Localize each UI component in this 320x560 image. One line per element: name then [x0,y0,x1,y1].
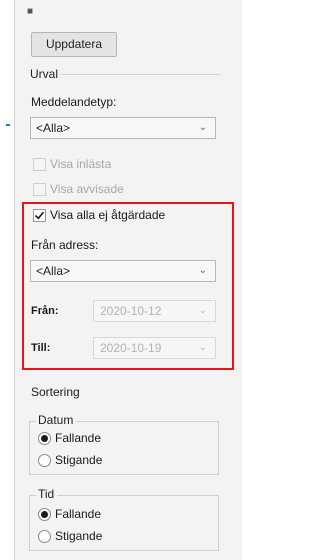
show-read-checkbox[interactable] [33,158,46,171]
from-date-value: 2020-10-12 [100,304,162,318]
show-unhandled-label: Visa alla ej åtgärdade [50,208,166,222]
time-desc-label: Fallande [55,507,102,521]
urval-title: Urval [30,67,62,81]
update-button[interactable]: Uppdatera [31,32,117,57]
message-type-value: <Alla> [36,121,71,135]
to-date-value: 2020-10-19 [100,341,162,355]
from-date-picker[interactable]: 2020-10-12 ⌄ [93,300,216,322]
sort-title: Sortering [31,385,80,399]
chevron-down-icon: ⌄ [198,342,207,353]
chevron-down-icon: ⌄ [198,265,207,276]
show-unhandled-checkbox[interactable] [33,209,46,222]
show-read-label: Visa inlästa [50,157,112,171]
from-address-value: <Alla> [36,264,71,278]
time-sort-title: Tid [36,487,58,501]
checkmark-icon [34,211,45,220]
chevron-down-icon: ⌄ [198,305,207,316]
date-asc-radio[interactable] [38,454,51,467]
show-rejected-label: Visa avvisade [50,182,124,196]
message-type-select[interactable]: <Alla> ⌄ [30,117,216,139]
from-date-label: Från: [31,305,59,317]
date-desc-radio[interactable] [38,432,51,445]
date-sort-title: Datum [36,413,77,427]
message-type-label: Meddelandetyp: [31,95,117,109]
splitter-marker [6,124,10,126]
time-asc-label: Stigande [55,529,103,543]
date-desc-label: Fallande [55,431,102,445]
from-address-label: Från adress: [31,238,99,252]
show-rejected-checkbox[interactable] [33,183,46,196]
to-date-label: Till: [31,342,51,354]
to-date-picker[interactable]: 2020-10-19 ⌄ [93,337,216,359]
from-address-select[interactable]: <Alla> ⌄ [30,260,216,282]
panel-divider [14,0,15,560]
date-asc-label: Stigande [55,453,103,467]
time-desc-radio[interactable] [38,508,51,521]
pin-icon[interactable]: ■ [27,6,33,17]
time-asc-radio[interactable] [38,530,51,543]
chevron-down-icon: ⌄ [198,122,207,133]
